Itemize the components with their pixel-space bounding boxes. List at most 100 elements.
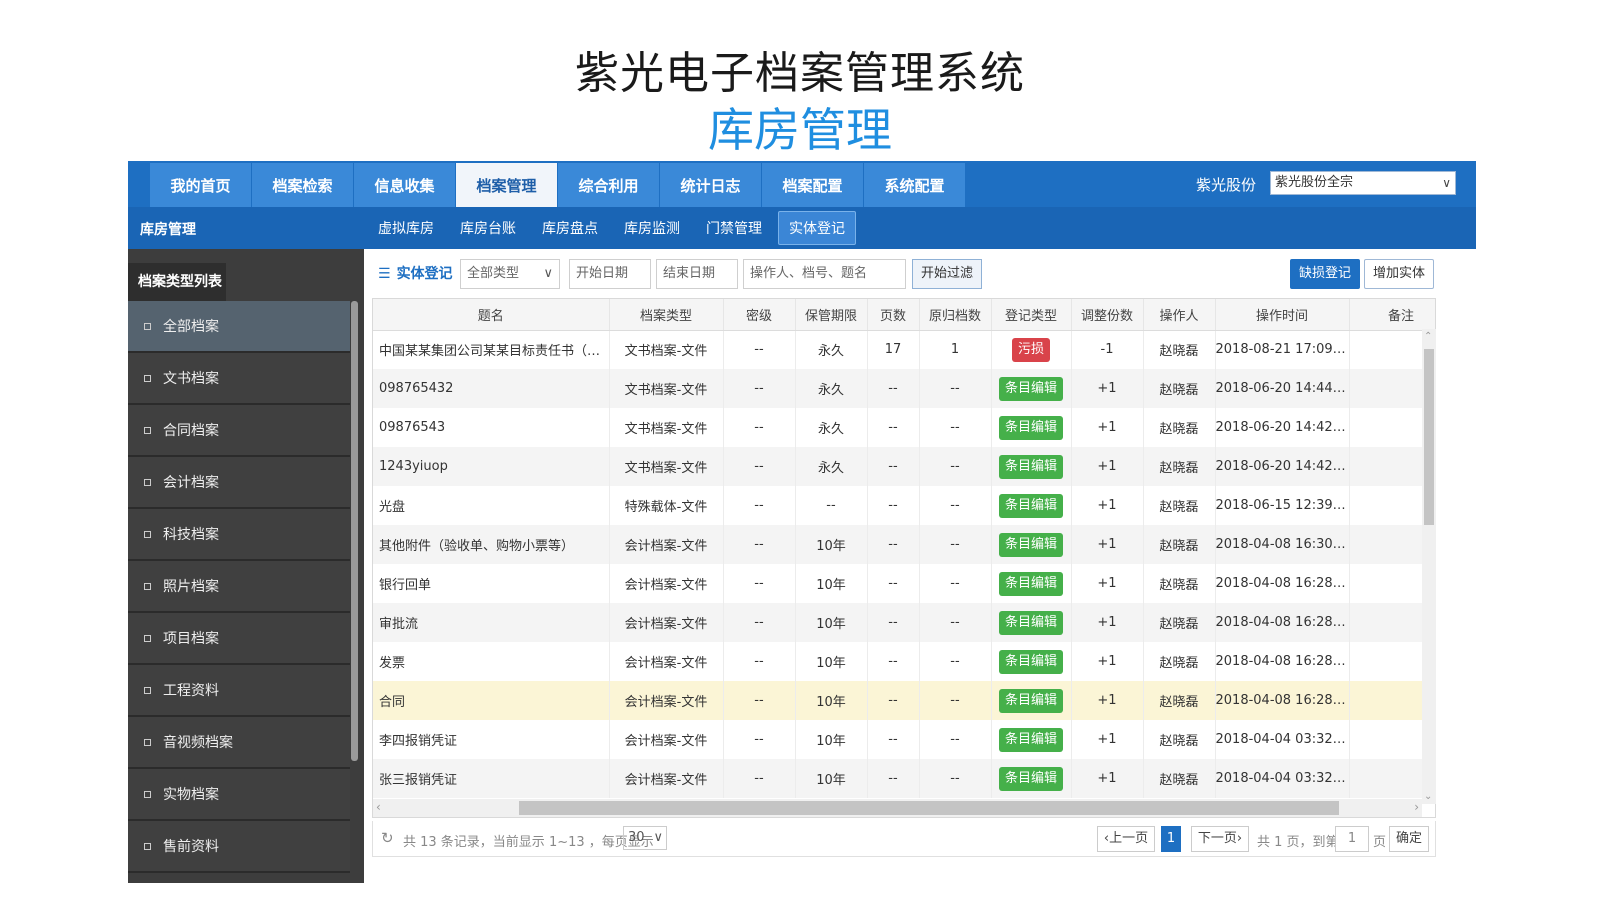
table-cell: -- [867,447,920,486]
sidebar-item-6[interactable]: 项目档案 [128,613,350,665]
type-select-value: 全部类型 [467,266,520,281]
chevron-down-icon: ∨ [543,266,553,281]
column-header[interactable]: 备注 [1349,299,1435,331]
nav-tab-4[interactable]: 综合利用 [558,163,659,207]
table-row[interactable]: 098765432 文书档案-文件 -- 永久 -- -- 条目编辑 +1 赵晓磊 2018-06… [373,369,1435,408]
table-row[interactable]: 合同 会计档案-文件 -- 10年 -- -- 条目编辑 +1 赵晓磊 2018-04-08 16… [373,681,1435,720]
nav-tab-7[interactable]: 系统配置 [864,163,965,207]
subnav-item-0[interactable]: 虚拟库房 [368,211,444,245]
square-bullet-icon [144,790,151,798]
scroll-up-icon[interactable]: ⌃ [1424,331,1432,342]
table-row[interactable]: 李四报销凭证 会计档案-文件 -- 10年 -- -- 条目编辑 +1 赵晓磊 2018-04-0… [373,720,1435,759]
page-size-select[interactable]: 30 ∨ [623,826,667,850]
scroll-left-icon[interactable]: ‹ [376,800,381,814]
table-cell: 2018-06-20 14:42:38 [1215,408,1350,447]
current-page-button[interactable]: 1 [1161,826,1181,852]
column-header[interactable]: 保管期限 [795,299,868,331]
scroll-down-icon[interactable]: ⌄ [1424,791,1432,802]
end-date-input[interactable]: 结束日期 [656,259,738,289]
sidebar-item-3[interactable]: 会计档案 [128,457,350,509]
table-cell: 会计档案-文件 [609,720,724,759]
table-row[interactable]: 中国某某集团公司某某目标责任书（某... 文书档案-文件 -- 永久 17 1 污损 -1 赵晓… [373,330,1435,369]
table-row[interactable]: 09876543 文书档案-文件 -- 永久 -- -- 条目编辑 +1 赵晓磊 2018-06-… [373,408,1435,447]
subnav-item-3[interactable]: 库房监测 [614,211,690,245]
table-cell-register-type: 条目编辑 [991,681,1072,720]
sidebar-item-9[interactable]: 实物档案 [128,769,350,821]
start-date-input[interactable]: 开始日期 [569,259,651,289]
column-header[interactable]: 原归档数 [919,299,992,331]
table-row[interactable]: 银行回单 会计档案-文件 -- 10年 -- -- 条目编辑 +1 赵晓磊 2018-04-08 … [373,564,1435,603]
table-cell: +1 [1071,408,1144,447]
company-label: 紫光股份 [1196,176,1257,194]
nav-tab-3[interactable]: 档案管理 [456,163,557,207]
type-select[interactable]: 全部类型 ∨ [460,259,560,289]
sidebar-scrollbar[interactable] [351,301,358,761]
table-cell: 其他附件（验收单、购物小票等） [373,525,610,564]
column-header[interactable]: 页数 [867,299,920,331]
next-page-button[interactable]: 下一页› [1191,826,1249,852]
nav-tab-2[interactable]: 信息收集 [354,163,455,207]
sidebar-item-8[interactable]: 音视频档案 [128,717,350,769]
damage-register-button[interactable]: 缺损登记 [1290,259,1360,289]
column-header[interactable]: 登记类型 [991,299,1072,331]
table-cell: -- [723,642,796,681]
sidebar-item-label: 照片档案 [163,579,219,595]
sidebar-item-0[interactable]: 全部档案 [128,301,350,353]
prev-page-button[interactable]: ‹上一页 [1097,826,1155,852]
sidebar-item-7[interactable]: 工程资料 [128,665,350,717]
table-cell: 赵晓磊 [1143,759,1216,798]
table-cell-register-type: 条目编辑 [991,759,1072,798]
register-type-badge: 条目编辑 [998,766,1063,791]
table-cell: -- [867,408,920,447]
scroll-right-icon[interactable]: › [1414,800,1419,814]
page-title: 紫光电子档案管理系统 [575,48,1025,99]
table-cell: -- [867,759,920,798]
table-row[interactable]: 其他附件（验收单、购物小票等） 会计档案-文件 -- 10年 -- -- 条目编辑 +1 赵晓磊… [373,525,1435,564]
table-row[interactable]: 审批流 会计档案-文件 -- 10年 -- -- 条目编辑 +1 赵晓磊 2018-04-08 1… [373,603,1435,642]
pagination: ↻ 共 13 条记录，当前显示 1~13 ，每页显示 30 ∨ ‹上一页 1 下… [372,821,1436,857]
nav-tab-1[interactable]: 档案检索 [252,163,353,207]
column-header[interactable]: 档案类型 [609,299,724,331]
table-horizontal-scrollbar[interactable]: ‹ › [373,799,1422,817]
sidebar-item-4[interactable]: 科技档案 [128,509,350,561]
nav-tab-6[interactable]: 档案配置 [762,163,863,207]
table-cell: 中国某某集团公司某某目标责任书（某... [373,330,610,369]
company-select[interactable]: 紫光股份全宗 ∨ [1270,171,1456,195]
add-entity-button[interactable]: 增加实体 [1364,259,1434,289]
column-header[interactable]: 调整份数 [1071,299,1144,331]
horizontal-scroll-thumb[interactable] [519,801,1339,815]
table-row[interactable]: 光盘 特殊载体-文件 -- -- -- -- 条目编辑 +1 赵晓磊 2018-06-15 12:… [373,486,1435,525]
table-cell-register-type: 条目编辑 [991,642,1072,681]
sidebar-item-1[interactable]: 文书档案 [128,353,350,405]
table-cell: 会计档案-文件 [609,759,724,798]
column-header[interactable]: 操作时间 [1215,299,1350,331]
column-header[interactable]: 操作人 [1143,299,1216,331]
refresh-icon[interactable]: ↻ [381,829,394,847]
nav-tab-0[interactable]: 我的首页 [150,163,251,207]
sidebar-item-5[interactable]: 照片档案 [128,561,350,613]
table-row[interactable]: 发票 会计档案-文件 -- 10年 -- -- 条目编辑 +1 赵晓磊 2018-04-08 16… [373,642,1435,681]
goto-page-input[interactable]: 1 [1335,826,1369,852]
table-header-row: 题名 档案类型 密级 保管期限 页数 原归档数 登记类型 调整份数 操作人 操作时间 备注 [373,299,1435,331]
subnav-item-2[interactable]: 库房盘点 [532,211,608,245]
subnav-item-4[interactable]: 门禁管理 [696,211,772,245]
table-row[interactable]: 张三报销凭证 会计档案-文件 -- 10年 -- -- 条目编辑 +1 赵晓磊 2018-04-0… [373,759,1435,798]
table-cell-register-type: 污损 [991,330,1072,369]
table-cell: -- [919,642,992,681]
confirm-goto-button[interactable]: 确定 [1389,826,1429,852]
table-cell: -- [723,759,796,798]
subnav-item-1[interactable]: 库房台账 [450,211,526,245]
table-cell: 永久 [795,369,868,408]
search-input[interactable]: 操作人、档号、题名 [743,259,906,289]
nav-tab-5[interactable]: 统计日志 [660,163,761,207]
column-header[interactable]: 密级 [723,299,796,331]
table-row[interactable]: 1243yiuop 文书档案-文件 -- 永久 -- -- 条目编辑 +1 赵晓磊 2018-06… [373,447,1435,486]
sidebar-item-10[interactable]: 售前资料 [128,821,350,873]
sidebar-item-2[interactable]: 合同档案 [128,405,350,457]
column-header[interactable]: 题名 [373,299,610,331]
sidebar-item-label: 音视频档案 [163,735,233,751]
subnav-item-5[interactable]: 实体登记 [778,211,856,245]
vertical-scroll-thumb[interactable] [1424,349,1434,525]
filter-button[interactable]: 开始过滤 [912,259,982,289]
table-vertical-scrollbar[interactable]: ⌃ ⌄ [1422,329,1436,804]
